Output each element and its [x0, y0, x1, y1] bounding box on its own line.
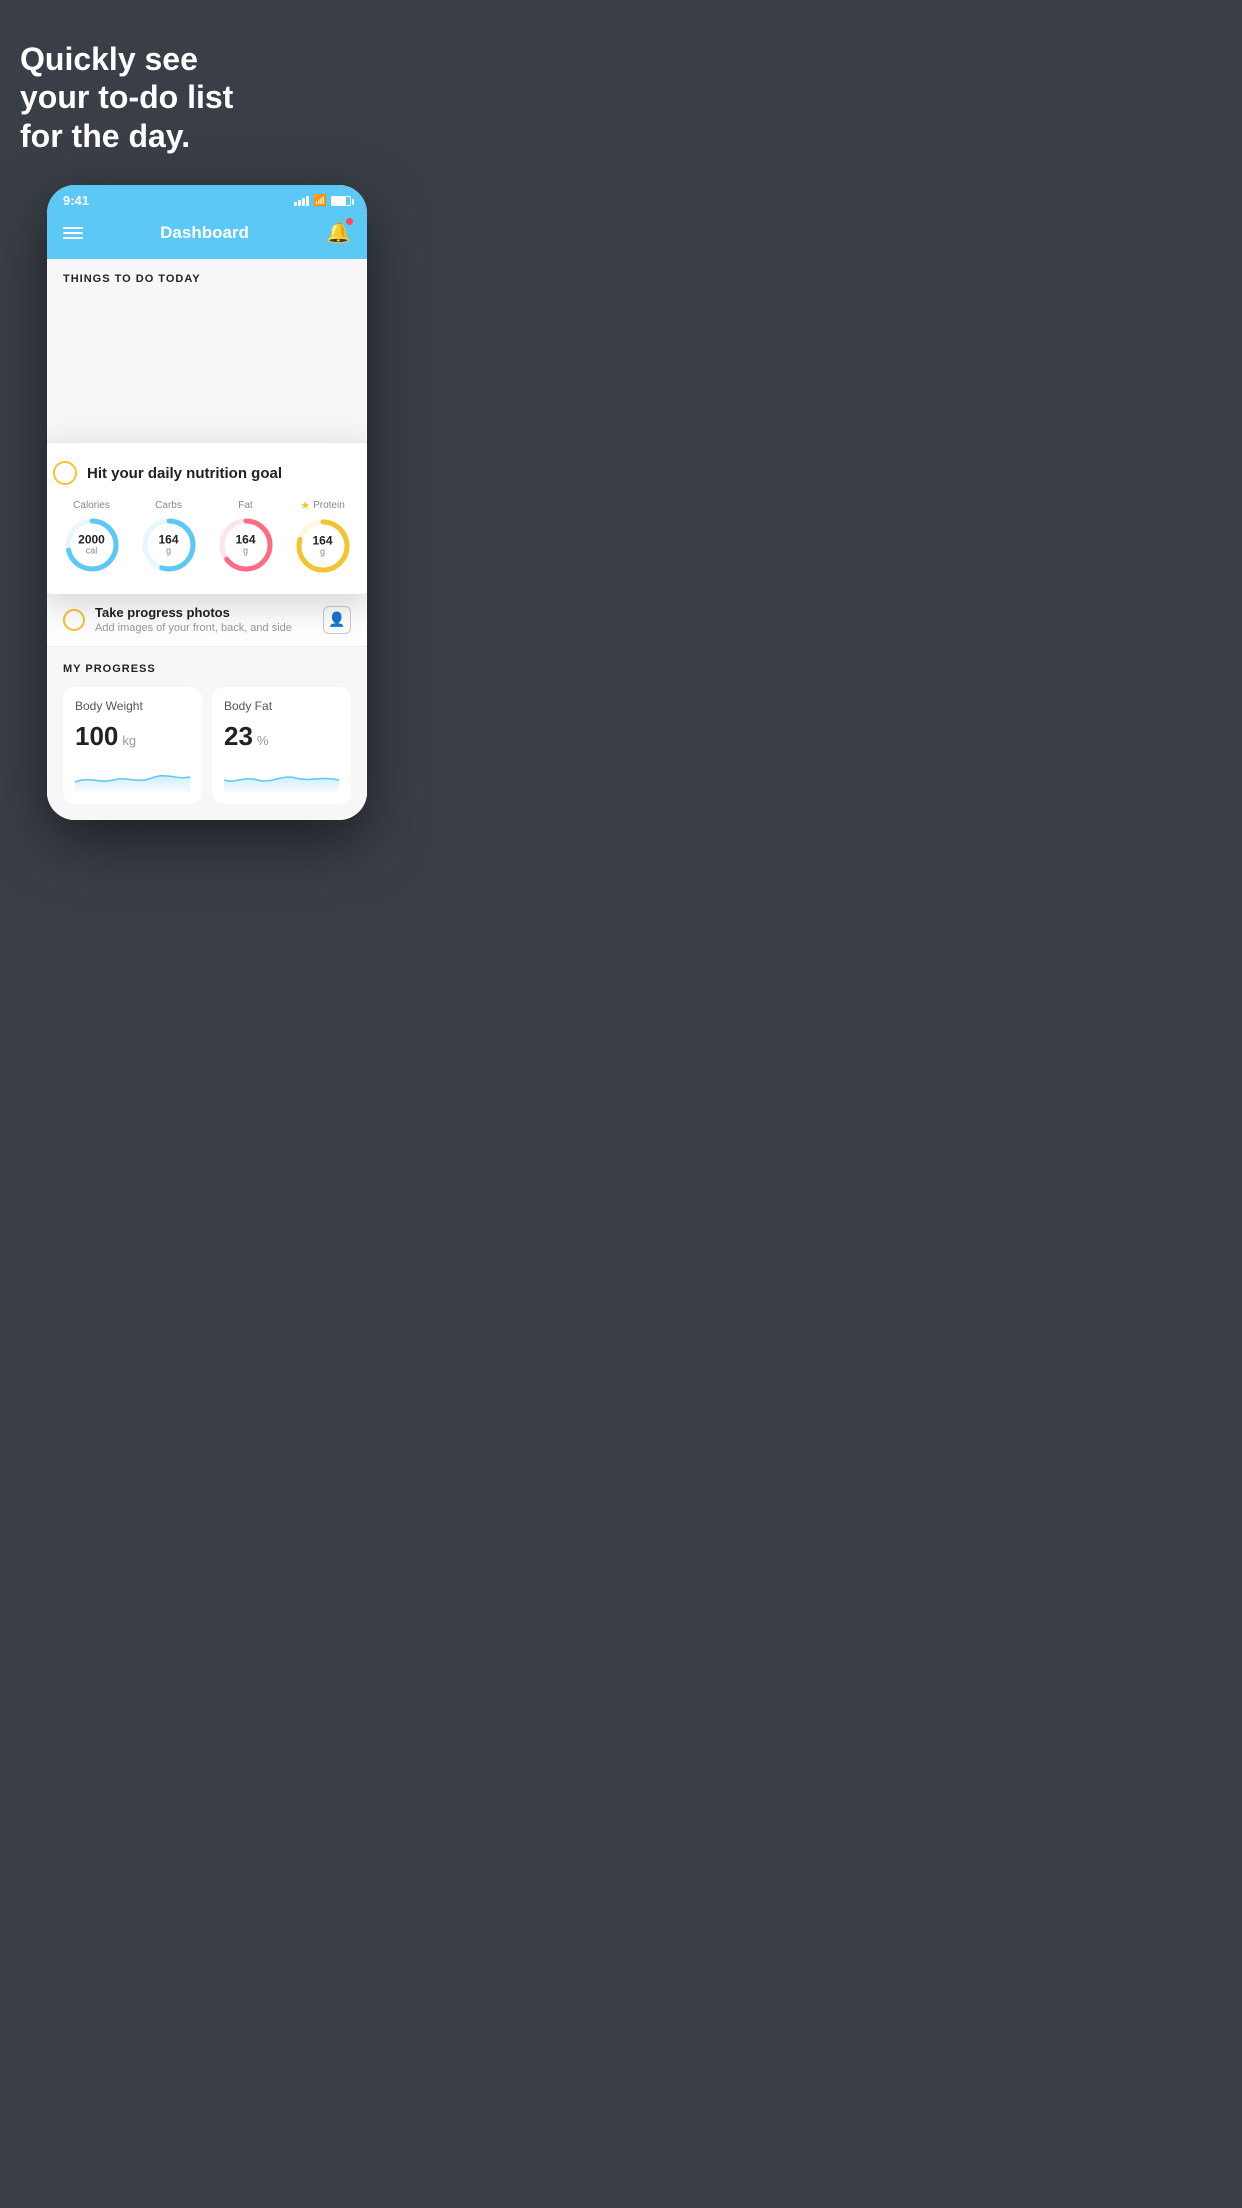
- protein-label: ★ Protein: [300, 499, 345, 512]
- todo-circle-progress-photos: [63, 609, 85, 631]
- task-checkbox[interactable]: [53, 461, 77, 485]
- body-fat-unit: %: [257, 733, 269, 748]
- body-fat-value-row: 23 %: [224, 721, 339, 752]
- body-weight-wave: [75, 762, 190, 792]
- body-fat-value: 23: [224, 721, 253, 752]
- carbs-unit: g: [158, 547, 178, 557]
- phone-mockup: 9:41 📶 Dashb: [47, 185, 367, 820]
- status-bar: 9:41 📶: [47, 185, 367, 212]
- nutrition-card-title: Hit your daily nutrition goal: [87, 465, 282, 482]
- calories-donut: 2000 cal: [62, 515, 122, 575]
- body-fat-card[interactable]: Body Fat 23 %: [212, 687, 351, 804]
- notification-bell-button[interactable]: 🔔: [326, 220, 351, 245]
- app-header: Dashboard 🔔: [47, 212, 367, 259]
- todo-subtitle-progress-photos: Add images of your front, back, and side: [95, 622, 313, 634]
- star-icon: ★: [300, 499, 310, 512]
- signal-icon: [294, 196, 309, 206]
- carbs-label: Carbs: [155, 500, 182, 511]
- fat-label: Fat: [238, 500, 252, 511]
- status-icons: 📶: [294, 194, 351, 207]
- calories-unit: cal: [78, 547, 105, 557]
- todo-section: Hit your daily nutrition goal Calories: [47, 295, 367, 647]
- battery-icon: [331, 196, 351, 206]
- nutrition-card: Hit your daily nutrition goal Calories: [47, 443, 367, 594]
- notification-dot: [346, 218, 353, 225]
- things-today-header: THINGS TO DO TODAY: [47, 259, 367, 295]
- todo-title-progress-photos: Take progress photos: [95, 605, 313, 620]
- fat-col: Fat 164 g: [216, 500, 276, 575]
- body-fat-wave: [224, 762, 339, 792]
- calories-col: Calories 2000 cal: [62, 500, 122, 575]
- headline-text: Quickly see your to-do list for the day.: [20, 40, 394, 155]
- todo-info-progress-photos: Take progress photos Add images of your …: [95, 605, 313, 634]
- background: Quickly see your to-do list for the day.…: [0, 0, 414, 850]
- header-title: Dashboard: [160, 223, 249, 243]
- protein-col: ★ Protein 164 g: [293, 499, 353, 576]
- todo-item-progress-photos[interactable]: Take progress photos Add images of your …: [47, 593, 367, 647]
- protein-donut: 164 g: [293, 516, 353, 576]
- carbs-donut: 164 g: [139, 515, 199, 575]
- fat-unit: g: [235, 547, 255, 557]
- fat-donut: 164 g: [216, 515, 276, 575]
- progress-section-title: MY PROGRESS: [63, 663, 351, 675]
- body-weight-unit: kg: [122, 733, 136, 748]
- body-fat-label: Body Fat: [224, 699, 339, 713]
- wifi-icon: 📶: [313, 194, 327, 207]
- nutrition-columns: Calories 2000 cal: [53, 499, 361, 576]
- body-weight-label: Body Weight: [75, 699, 190, 713]
- body-weight-value: 100: [75, 721, 118, 752]
- body-weight-value-row: 100 kg: [75, 721, 190, 752]
- progress-cards-container: Body Weight 100 kg: [63, 687, 351, 804]
- app-body: THINGS TO DO TODAY Hit your daily nutrit…: [47, 259, 367, 820]
- hamburger-menu-button[interactable]: [63, 227, 83, 239]
- progress-section: MY PROGRESS Body Weight 100 kg: [47, 647, 367, 820]
- carbs-col: Carbs 164 g: [139, 500, 199, 575]
- body-weight-card[interactable]: Body Weight 100 kg: [63, 687, 202, 804]
- calories-label: Calories: [73, 500, 110, 511]
- status-time: 9:41: [63, 193, 89, 208]
- protein-unit: g: [312, 548, 332, 558]
- photo-icon: 👤: [323, 606, 351, 634]
